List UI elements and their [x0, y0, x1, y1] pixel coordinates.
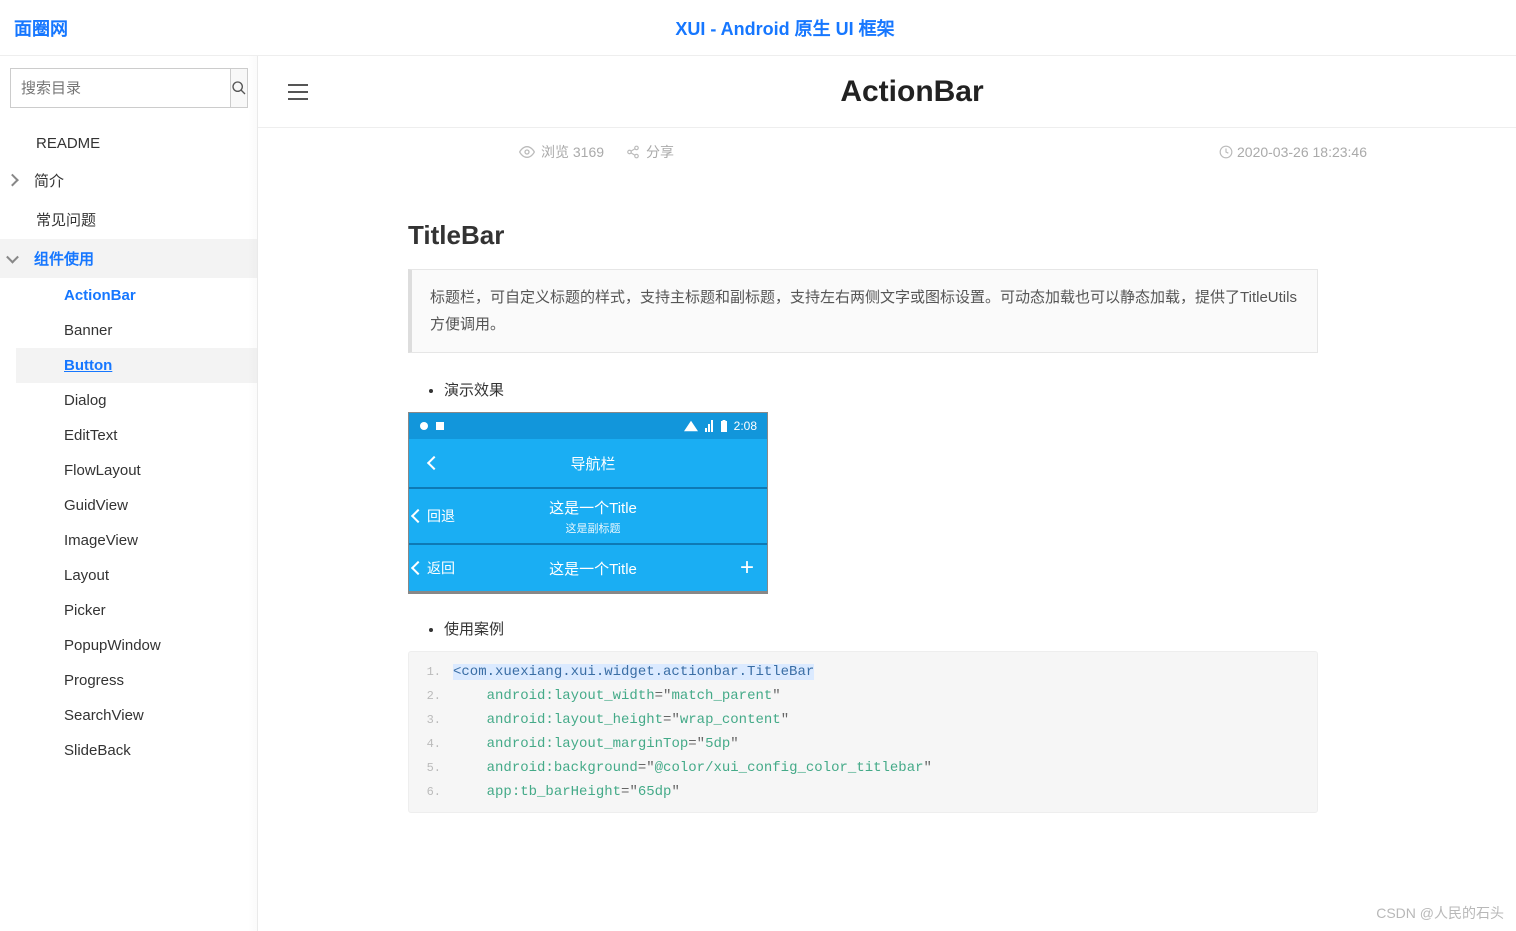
- nav-sub: ActionBarBannerButtonDialogEditTextFlowL…: [0, 278, 257, 768]
- battery-icon: [720, 420, 728, 432]
- nav-sub-item-FlowLayout[interactable]: FlowLayout: [16, 453, 257, 488]
- titlebar-row-1: 导航栏: [409, 439, 767, 487]
- nav: README简介常见问题组件使用ActionBarBannerButtonDia…: [0, 120, 257, 798]
- meta-right: 2020-03-26 18:23:46: [1219, 144, 1367, 160]
- back-label-2: 回退: [427, 506, 455, 526]
- square-icon: [435, 421, 445, 431]
- top-center: XUI - Android 原生 UI 框架: [68, 15, 1502, 41]
- code-text: android:background="@color/xui_config_co…: [453, 760, 932, 776]
- code-line: 2. android:layout_width="match_parent": [409, 684, 1317, 708]
- wifi-icon: [684, 420, 698, 432]
- code-text: android:layout_width="match_parent": [453, 688, 781, 704]
- page-header: ActionBar: [258, 56, 1516, 128]
- watermark: CSDN @人民的石头: [1376, 903, 1504, 923]
- nav-sub-item-SearchView[interactable]: SearchView: [16, 698, 257, 733]
- phone-mock: 2:08 导航栏 回退 这是一个Title 这是副标题 返回 这是一个Title…: [408, 412, 768, 594]
- titlebar-row-3: 返回 这是一个Title +: [409, 543, 767, 591]
- code-text: android:layout_marginTop="5dp": [453, 736, 739, 752]
- page-title: ActionBar: [338, 75, 1486, 109]
- clock-icon: [1219, 145, 1233, 159]
- nav-sub-item-GuidView[interactable]: GuidView: [16, 488, 257, 523]
- code-text: android:layout_height="wrap_content": [453, 712, 789, 728]
- nav-item-README[interactable]: README: [0, 126, 257, 161]
- nav-sub-item-PopupWindow[interactable]: PopupWindow: [16, 628, 257, 663]
- search-icon: [231, 80, 247, 96]
- date-label: 2020-03-26 18:23:46: [1237, 144, 1367, 160]
- line-number: 5.: [409, 761, 453, 775]
- code-line: 4. android:layout_marginTop="5dp": [409, 732, 1317, 756]
- nav-sub-item-SlideBack[interactable]: SlideBack: [16, 733, 257, 768]
- back-button-2[interactable]: 回退: [409, 506, 459, 526]
- code-block: 1.<com.xuexiang.xui.widget.actionbar.Tit…: [408, 651, 1318, 813]
- eye-icon: [519, 146, 535, 158]
- title-3: 这是一个Title: [459, 558, 727, 579]
- title-2: 这是一个Title: [459, 497, 727, 518]
- nav-item-常见问题[interactable]: 常见问题: [0, 200, 257, 239]
- usage-bullet: 使用案例: [408, 614, 1318, 643]
- back-button-1[interactable]: [409, 458, 459, 468]
- code-line: 1.<com.xuexiang.xui.widget.actionbar.Tit…: [409, 660, 1317, 684]
- menu-icon[interactable]: [288, 84, 308, 100]
- section-title: TitleBar: [408, 220, 1318, 251]
- code-line: 5. android:background="@color/xui_config…: [409, 756, 1317, 780]
- share-icon: [626, 145, 640, 159]
- nav-sub-item-Dialog[interactable]: Dialog: [16, 383, 257, 418]
- line-number: 4.: [409, 737, 453, 751]
- search-wrap: [0, 56, 257, 120]
- nav-sub-item-ImageView[interactable]: ImageView: [16, 523, 257, 558]
- main: ActionBar 浏览 3169 分享 2020-03-26 18:23:46…: [258, 56, 1516, 873]
- nav-item-简介[interactable]: 简介: [0, 161, 257, 200]
- nav-sub-item-ActionBar[interactable]: ActionBar: [16, 278, 257, 313]
- nav-sub-item-Progress[interactable]: Progress: [16, 663, 257, 698]
- titlebar-mid-3: 这是一个Title: [459, 548, 727, 589]
- nav-sub-item-Picker[interactable]: Picker: [16, 593, 257, 628]
- back-label-3: 返回: [427, 558, 455, 578]
- chevron-left-icon: [411, 509, 425, 523]
- phone-time: 2:08: [734, 419, 757, 433]
- meta-left: 浏览 3169 分享: [519, 142, 674, 162]
- back-button-3[interactable]: 返回: [409, 558, 459, 578]
- nav-sub-item-Layout[interactable]: Layout: [16, 558, 257, 593]
- framework-title[interactable]: XUI - Android 原生 UI 框架: [675, 19, 894, 39]
- signal-icon: [704, 420, 714, 432]
- search-input[interactable]: [10, 68, 231, 108]
- chevron-left-icon: [427, 456, 441, 470]
- line-number: 6.: [409, 785, 453, 799]
- nav-item-组件使用[interactable]: 组件使用: [0, 239, 257, 278]
- add-button[interactable]: +: [727, 554, 767, 582]
- code-line: 6. app:tb_barHeight="65dp": [409, 780, 1317, 804]
- title-1: 导航栏: [459, 453, 727, 474]
- nav-sub-item-EditText[interactable]: EditText: [16, 418, 257, 453]
- demo-label: 演示效果: [444, 375, 1318, 404]
- sidebar: README简介常见问题组件使用ActionBarBannerButtonDia…: [0, 56, 258, 931]
- meta-row: 浏览 3169 分享 2020-03-26 18:23:46: [367, 128, 1407, 172]
- line-number: 3.: [409, 713, 453, 727]
- search-button[interactable]: [231, 68, 248, 108]
- share-label: 分享: [646, 142, 674, 162]
- views-meta: 浏览 3169: [519, 142, 604, 162]
- phone-statusbar: 2:08: [409, 413, 767, 439]
- top-bar: 面圈网 XUI - Android 原生 UI 框架: [0, 0, 1516, 56]
- status-right: 2:08: [684, 419, 757, 433]
- line-number: 2.: [409, 689, 453, 703]
- nav-sub-item-Button[interactable]: Button: [16, 348, 257, 383]
- titlebar-mid-1: 导航栏: [459, 443, 727, 484]
- brand-link[interactable]: 面圈网: [14, 15, 68, 41]
- demo-bullet: 演示效果: [408, 375, 1318, 404]
- chevron-left-icon: [411, 561, 425, 575]
- code-text: app:tb_barHeight="65dp": [453, 784, 680, 800]
- views-label: 浏览 3169: [541, 142, 604, 162]
- content: TitleBar 标题栏，可自定义标题的样式，支持主标题和副标题，支持左右两侧文…: [258, 172, 1358, 873]
- usage-label: 使用案例: [444, 614, 1318, 643]
- titlebar-mid-2: 这是一个Title 这是副标题: [459, 487, 727, 546]
- subtitle-2: 这是副标题: [459, 520, 727, 536]
- description-quote: 标题栏，可自定义标题的样式，支持主标题和副标题，支持左右两侧文字或图标设置。可动…: [408, 269, 1318, 353]
- code-line: 3. android:layout_height="wrap_content": [409, 708, 1317, 732]
- nav-sub-item-Banner[interactable]: Banner: [16, 313, 257, 348]
- share-meta[interactable]: 分享: [626, 142, 674, 162]
- dot-icon: [419, 421, 429, 431]
- titlebar-row-2: 回退 这是一个Title 这是副标题: [409, 487, 767, 543]
- line-number: 1.: [409, 665, 453, 679]
- code-text: <com.xuexiang.xui.widget.actionbar.Title…: [453, 664, 814, 680]
